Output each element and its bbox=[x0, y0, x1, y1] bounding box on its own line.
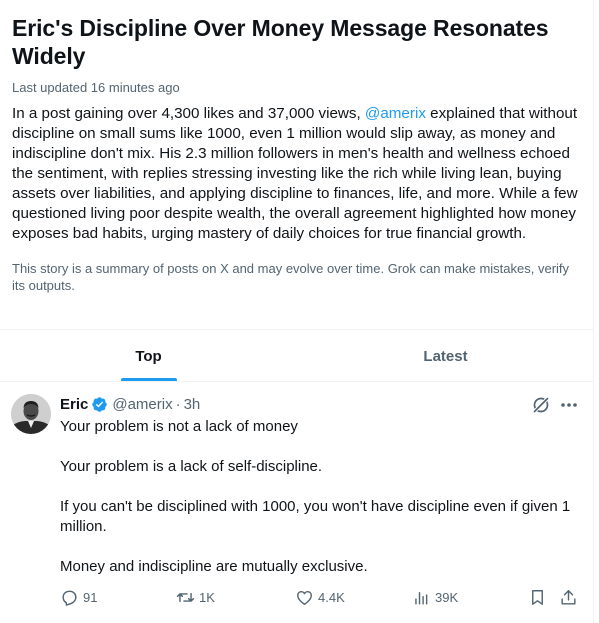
tab-bar: Top Latest bbox=[0, 330, 594, 382]
tabs-divider bbox=[0, 381, 594, 382]
post-paragraph: Your problem is a lack of self-disciplin… bbox=[60, 458, 323, 475]
trending-story-page: Eric's Discipline Over Money Message Res… bbox=[0, 0, 594, 623]
repost-button[interactable]: 1K bbox=[176, 588, 215, 607]
post-paragraph: Your problem is not a lack of money bbox=[60, 418, 298, 435]
like-icon bbox=[297, 590, 312, 605]
verified-badge-icon bbox=[92, 396, 108, 412]
more-icon[interactable] bbox=[558, 395, 580, 415]
post-header: Eric @amerix · 3h bbox=[60, 394, 200, 414]
post-text: Your problem is not a lack of money Your… bbox=[60, 417, 582, 577]
repost-icon bbox=[176, 592, 195, 603]
post[interactable]: Eric @amerix · 3h Your problem is not a … bbox=[0, 383, 594, 623]
tab-latest-label: Latest bbox=[423, 347, 468, 365]
like-count: 4.4K bbox=[318, 590, 345, 605]
story-title: Eric's Discipline Over Money Message Res… bbox=[12, 15, 549, 69]
reply-icon bbox=[62, 590, 77, 606]
tab-top-label: Top bbox=[135, 347, 162, 365]
summary-text-end: explained that without discipline on sma… bbox=[12, 105, 578, 242]
reply-button[interactable]: 91 bbox=[60, 588, 97, 607]
tab-top[interactable]: Top bbox=[0, 330, 297, 382]
grok-disclaimer: This story is a summary of posts on X an… bbox=[12, 261, 570, 293]
author-name[interactable]: Eric bbox=[60, 396, 88, 413]
share-icon[interactable] bbox=[559, 588, 578, 607]
views-icon bbox=[415, 592, 428, 605]
views-button[interactable]: 39K bbox=[412, 588, 458, 607]
like-button[interactable]: 4.4K bbox=[295, 588, 345, 607]
mention-link[interactable]: @amerix bbox=[365, 105, 426, 122]
post-paragraph: Money and indiscipline are mutually excl… bbox=[60, 558, 368, 575]
separator-dot: · bbox=[175, 395, 181, 413]
avatar-photo bbox=[11, 394, 51, 434]
post-paragraph: If you can't be disciplined with 1000, y… bbox=[60, 498, 571, 535]
view-count: 39K bbox=[435, 590, 459, 605]
post-actions: 91 1K 4.4K 39K bbox=[60, 588, 582, 608]
repost-count: 1K bbox=[199, 590, 215, 605]
reply-count: 91 bbox=[83, 590, 98, 605]
story-summary: In a post gaining over 4,300 likes and 3… bbox=[12, 104, 582, 244]
avatar[interactable] bbox=[11, 394, 51, 434]
post-timestamp[interactable]: 3h bbox=[184, 396, 201, 413]
grok-icon[interactable] bbox=[531, 395, 551, 415]
last-updated: Last updated 16 minutes ago bbox=[12, 80, 180, 95]
story-section: Eric's Discipline Over Money Message Res… bbox=[12, 14, 582, 294]
tab-latest[interactable]: Latest bbox=[297, 330, 594, 382]
author-handle[interactable]: @amerix bbox=[112, 396, 172, 413]
summary-text-start: In a post gaining over 4,300 likes and 3… bbox=[12, 105, 365, 122]
bookmark-icon[interactable] bbox=[528, 588, 547, 607]
